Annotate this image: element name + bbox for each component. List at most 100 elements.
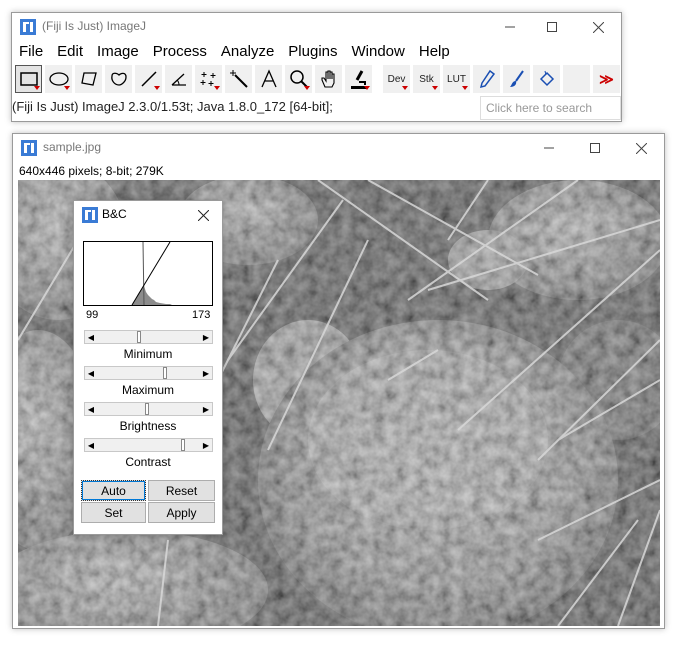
image-window-title: sample.jpg xyxy=(43,140,102,154)
angle-icon xyxy=(171,73,186,86)
image-titlebar[interactable]: sample.jpg xyxy=(13,134,664,162)
auto-button[interactable]: Auto xyxy=(81,480,146,501)
menu-plugins[interactable]: Plugins xyxy=(281,41,344,63)
search-input[interactable]: Click here to search xyxy=(480,96,621,120)
dropdown-indicator-icon xyxy=(432,86,438,90)
minimum-slider[interactable]: ◀ ▶ xyxy=(84,330,213,344)
dev-menu[interactable]: Dev xyxy=(383,65,410,93)
slider-right-arrow-icon[interactable]: ▶ xyxy=(200,331,212,343)
dropdown-indicator-icon xyxy=(402,86,408,90)
brightness-slider[interactable]: ◀ ▶ xyxy=(84,402,213,416)
status-text: (Fiji Is Just) ImageJ 2.3.0/1.53t; Java … xyxy=(12,99,333,114)
pencil-icon xyxy=(479,69,495,89)
slider-left-arrow-icon[interactable]: ◀ xyxy=(85,439,97,451)
fiji-logo-icon xyxy=(21,140,37,156)
close-button[interactable] xyxy=(186,201,220,229)
angle-tool[interactable] xyxy=(165,65,192,93)
dropdown-indicator-icon xyxy=(214,86,220,90)
search-placeholder: Click here to search xyxy=(486,101,593,115)
maximize-button[interactable] xyxy=(572,134,618,162)
lut-label: LUT xyxy=(447,73,466,85)
more-tools-label: ≫ xyxy=(599,70,614,87)
bc-title: B&C xyxy=(102,207,127,221)
set-button[interactable]: Set xyxy=(81,502,146,523)
menu-edit[interactable]: Edit xyxy=(50,41,90,63)
slider-right-arrow-icon[interactable]: ▶ xyxy=(200,367,212,379)
stk-label: Stk xyxy=(419,73,434,85)
slider-left-arrow-icon[interactable]: ◀ xyxy=(85,403,97,415)
minimize-icon xyxy=(544,147,554,149)
maximize-button[interactable] xyxy=(529,13,575,41)
slider-thumb[interactable] xyxy=(137,331,141,343)
flood-fill-tool[interactable] xyxy=(533,65,560,93)
pencil-tool[interactable] xyxy=(473,65,500,93)
polygon-icon xyxy=(80,72,97,86)
more-tools[interactable]: ≫ xyxy=(593,65,620,93)
menu-process[interactable]: Process xyxy=(146,41,214,63)
menu-analyze[interactable]: Analyze xyxy=(214,41,281,63)
minimum-label: Minimum xyxy=(123,347,173,361)
color-picker-tool[interactable] xyxy=(345,65,372,93)
imagej-main-window: (Fiji Is Just) ImageJ File Edit Image Pr… xyxy=(11,12,622,122)
brightness-label: Brightness xyxy=(119,419,177,433)
slider-right-arrow-icon[interactable]: ▶ xyxy=(200,403,212,415)
zoom-tool[interactable] xyxy=(285,65,312,93)
point-tool[interactable] xyxy=(195,65,222,93)
wand-tool[interactable] xyxy=(225,65,252,93)
dropdown-indicator-icon xyxy=(154,86,160,90)
menu-help[interactable]: Help xyxy=(412,41,457,63)
bucket-icon xyxy=(539,70,554,87)
menu-image[interactable]: Image xyxy=(90,41,146,63)
slider-right-arrow-icon[interactable]: ▶ xyxy=(200,439,212,451)
dropdown-indicator-icon xyxy=(364,86,370,90)
maximum-label: Maximum xyxy=(121,383,174,397)
reset-button[interactable]: Reset xyxy=(148,480,215,501)
rectangle-tool[interactable] xyxy=(15,65,42,93)
contrast-slider[interactable]: ◀ ▶ xyxy=(84,438,213,452)
close-icon xyxy=(592,21,604,33)
text-icon xyxy=(260,69,277,88)
minimize-button[interactable] xyxy=(526,134,572,162)
wand-icon xyxy=(229,70,248,88)
menu-window[interactable]: Window xyxy=(345,41,412,63)
menu-file[interactable]: File xyxy=(12,41,50,63)
rectangle-icon xyxy=(19,72,38,86)
polygon-tool[interactable] xyxy=(75,65,102,93)
contrast-label: Contrast xyxy=(125,455,171,469)
fiji-logo-icon xyxy=(82,207,98,223)
main-titlebar[interactable]: (Fiji Is Just) ImageJ xyxy=(12,13,621,41)
freehand-tool[interactable] xyxy=(105,65,132,93)
dropdown-indicator-icon xyxy=(304,86,310,90)
brush-tool[interactable] xyxy=(503,65,530,93)
histogram-min-label: 99 xyxy=(86,309,99,321)
slider-left-arrow-icon[interactable]: ◀ xyxy=(85,331,97,343)
menu-bar: File Edit Image Process Analyze Plugins … xyxy=(12,41,457,63)
minimize-icon xyxy=(505,26,515,28)
line-tool[interactable] xyxy=(135,65,162,93)
hand-icon xyxy=(320,70,335,88)
slider-thumb[interactable] xyxy=(145,403,149,415)
empty-tool-slot[interactable] xyxy=(563,65,590,93)
lut-menu[interactable]: LUT xyxy=(443,65,470,93)
close-button[interactable] xyxy=(575,13,621,41)
histogram-plot xyxy=(83,241,213,306)
apply-button[interactable]: Apply xyxy=(148,502,215,523)
bc-titlebar[interactable]: B&C xyxy=(74,201,222,229)
fiji-logo-icon xyxy=(20,19,36,35)
dropdown-indicator-icon xyxy=(64,86,70,90)
minimize-button[interactable] xyxy=(487,13,533,41)
brightness-contrast-dialog: B&C 99 173 ◀ ▶ Minimum ◀ ▶ Maximum ◀ ▶ B… xyxy=(73,200,223,535)
slider-left-arrow-icon[interactable]: ◀ xyxy=(85,367,97,379)
text-tool[interactable] xyxy=(255,65,282,93)
stack-menu[interactable]: Stk xyxy=(413,65,440,93)
close-button[interactable] xyxy=(618,134,664,162)
maximum-slider[interactable]: ◀ ▶ xyxy=(84,366,213,380)
slider-thumb[interactable] xyxy=(163,367,167,379)
oval-tool[interactable] xyxy=(45,65,72,93)
histogram-max-label: 173 xyxy=(192,309,211,321)
dropdown-indicator-icon xyxy=(462,86,468,90)
scroll-tool[interactable] xyxy=(315,65,342,93)
dropdown-indicator-icon xyxy=(34,86,40,90)
oval-icon xyxy=(48,72,69,86)
slider-thumb[interactable] xyxy=(181,439,185,451)
